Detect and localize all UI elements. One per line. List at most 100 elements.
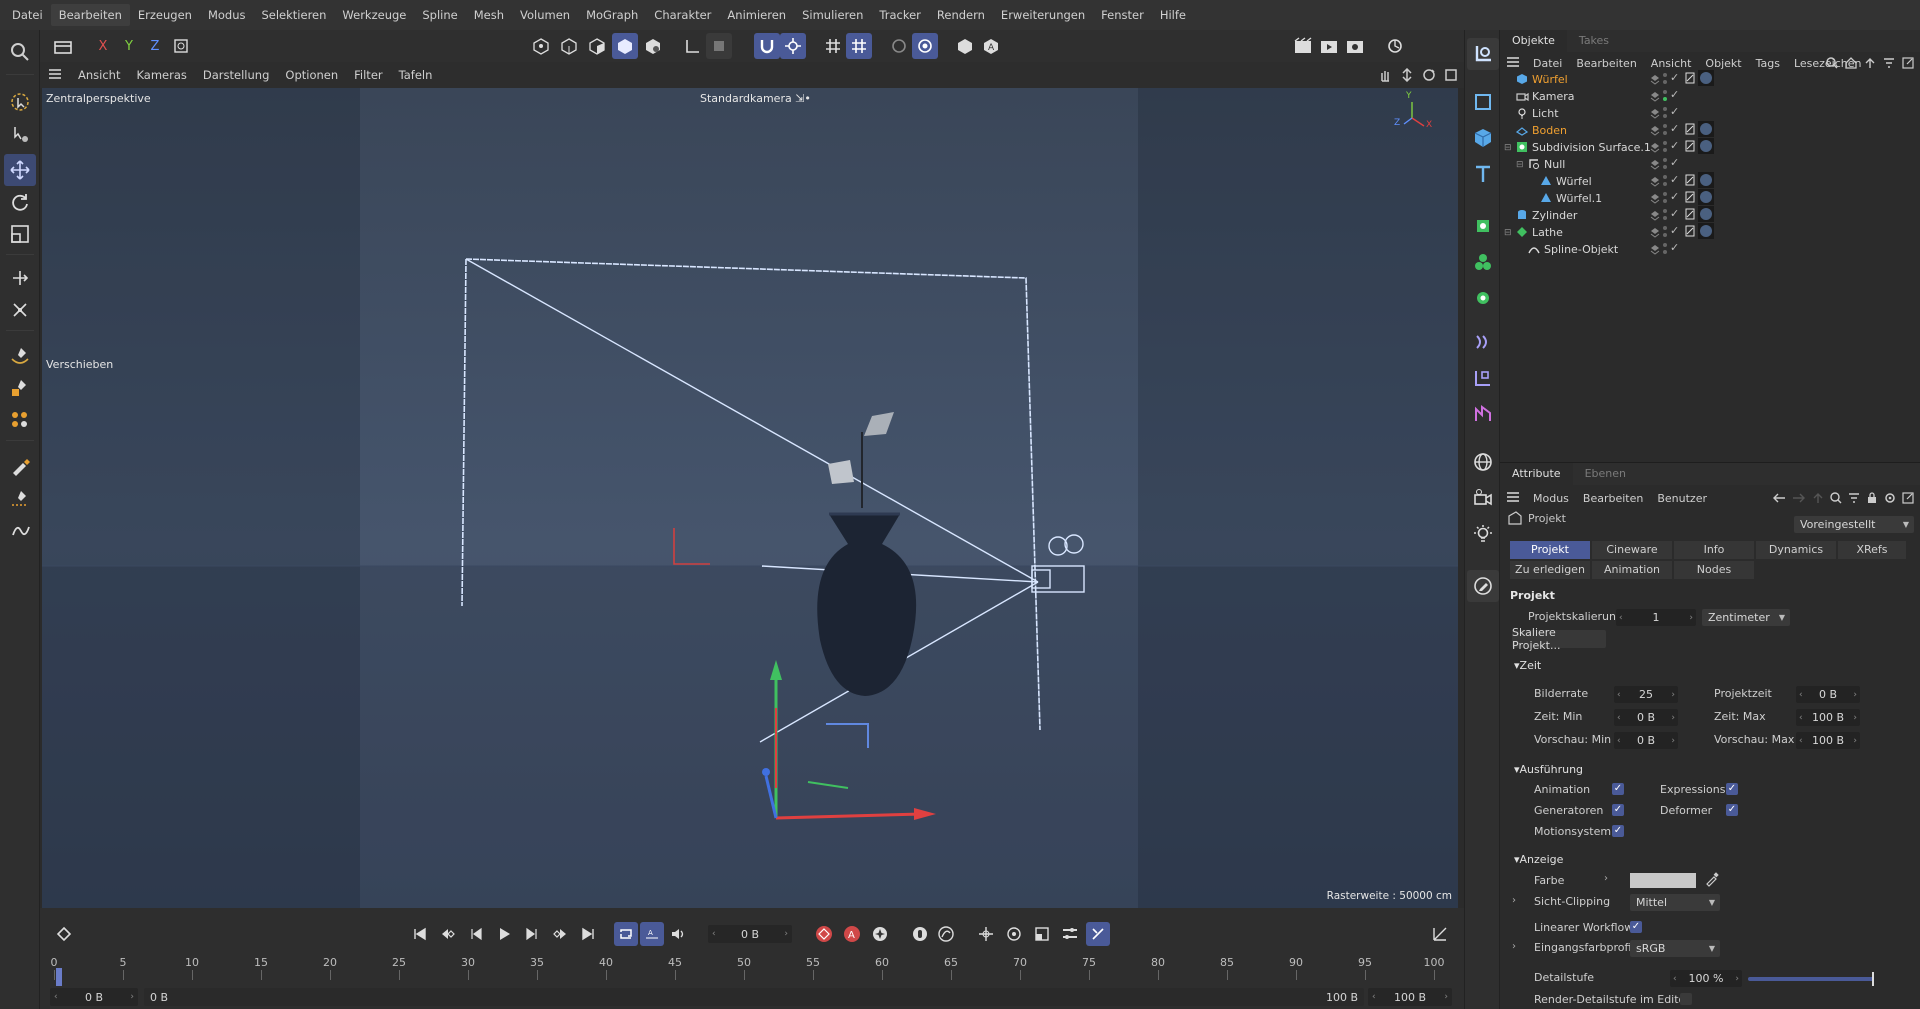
key-rotation-icon[interactable] xyxy=(1002,922,1026,946)
key-parameter-icon[interactable] xyxy=(1058,922,1082,946)
keyframe-diamond-icon[interactable] xyxy=(52,922,76,946)
attr-tab-nodes[interactable]: Nodes xyxy=(1674,561,1754,579)
autokey-icon[interactable]: A xyxy=(840,922,864,946)
live-selection-icon[interactable] xyxy=(4,86,36,118)
mograph-cloner-icon[interactable] xyxy=(1467,246,1499,278)
projektskalierung-field[interactable]: ‹ 1 › xyxy=(1616,609,1696,626)
material-icon[interactable] xyxy=(952,33,978,59)
attr-tab-cineware[interactable]: Cineware xyxy=(1592,541,1672,559)
move-tool-icon[interactable] xyxy=(4,154,36,186)
undo-view-icon[interactable] xyxy=(50,33,76,59)
tweak-icon[interactable] xyxy=(4,118,36,150)
timeline-graph-icon[interactable] xyxy=(1428,922,1452,946)
go-to-end-icon[interactable] xyxy=(576,922,600,946)
light-object-icon[interactable] xyxy=(1467,518,1499,550)
camera-object-icon[interactable] xyxy=(1467,482,1499,514)
enabled-check-icon[interactable]: ✓ xyxy=(1670,122,1679,135)
zeitmin-field[interactable]: ‹ 0 B › xyxy=(1614,709,1678,726)
magnet-snap-icon[interactable] xyxy=(754,33,780,59)
menu-mograph[interactable]: MoGraph xyxy=(578,4,646,26)
layer-icon[interactable] xyxy=(1650,243,1660,258)
eingangsfarbprofil-dropdown[interactable]: sRGB ▼ xyxy=(1630,940,1720,957)
visibility-dots-icon[interactable] xyxy=(1662,242,1668,259)
arrow-up-icon[interactable] xyxy=(1812,492,1824,504)
render-detailstufe-checkbox[interactable] xyxy=(1680,993,1692,1005)
animation-checkbox[interactable]: ✓ xyxy=(1612,783,1624,795)
eingangsfarbprofil-expand-icon[interactable]: › xyxy=(1512,941,1516,952)
pan-hand-icon[interactable] xyxy=(1378,68,1392,82)
menu-simulieren[interactable]: Simulieren xyxy=(794,4,871,26)
snap-settings-icon[interactable] xyxy=(780,33,806,59)
tab-objekte[interactable]: Objekte xyxy=(1500,30,1567,52)
enabled-check-icon[interactable]: ✓ xyxy=(1670,71,1679,84)
detailstufe-slider[interactable] xyxy=(1748,977,1874,981)
frame-decrement-icon[interactable]: ‹ xyxy=(712,929,716,939)
cube-primitive-icon[interactable] xyxy=(1467,122,1499,154)
tree-collapse-icon[interactable]: ⊟ xyxy=(1516,160,1524,170)
enabled-check-icon[interactable]: ✓ xyxy=(1670,173,1679,186)
farbe-swatch[interactable] xyxy=(1630,873,1696,888)
text-icon[interactable] xyxy=(1467,158,1499,190)
menu-bearbeiten[interactable]: Bearbeiten xyxy=(50,4,130,26)
expand-panel-icon[interactable] xyxy=(1902,492,1914,504)
generatoren-checkbox[interactable]: ✓ xyxy=(1612,804,1624,816)
frame-increment-icon[interactable]: › xyxy=(784,929,788,939)
asset-browser-icon[interactable]: A xyxy=(978,33,1004,59)
generator-icon[interactable] xyxy=(1467,210,1499,242)
vorschaumax-field[interactable]: ‹ 100 B › xyxy=(1796,732,1860,749)
expand-panel-icon[interactable] xyxy=(1902,57,1914,69)
transfer-icon[interactable] xyxy=(4,262,36,294)
tree-collapse-icon[interactable]: ⊟ xyxy=(1504,143,1512,153)
keyframe-selection-icon[interactable] xyxy=(868,922,892,946)
loop-icon[interactable] xyxy=(614,922,638,946)
brush-icon[interactable] xyxy=(4,450,36,482)
menu-spline[interactable]: Spline xyxy=(414,4,465,26)
go-to-start-icon[interactable] xyxy=(408,922,432,946)
bildrate-field[interactable]: ‹ 25 › xyxy=(1614,686,1678,703)
linearer-workflow-checkbox[interactable]: ✓ xyxy=(1630,921,1642,933)
effector-icon[interactable] xyxy=(1467,282,1499,314)
field-icon[interactable] xyxy=(1467,398,1499,430)
next-frame-icon[interactable] xyxy=(520,922,544,946)
axis-y-toggle[interactable]: Y xyxy=(116,33,142,59)
axis-z-toggle[interactable]: Z xyxy=(142,33,168,59)
attributes-menu-bearbeiten[interactable]: Bearbeiten xyxy=(1576,492,1650,505)
current-frame-field[interactable]: ‹ 0 B › xyxy=(708,925,792,943)
viewport-menu-filter[interactable]: Filter xyxy=(346,68,390,82)
points-mode-icon[interactable] xyxy=(528,33,554,59)
objects-menu-ansicht[interactable]: Ansicht xyxy=(1644,57,1699,70)
hamburger-icon[interactable] xyxy=(40,68,70,83)
key-position-icon[interactable] xyxy=(974,922,998,946)
texture-mode-icon[interactable] xyxy=(640,33,666,59)
objects-menu-datei[interactable]: Datei xyxy=(1526,57,1569,70)
tab-ebenen[interactable]: Ebenen xyxy=(1573,463,1638,485)
attr-tab-xrefs[interactable]: XRefs xyxy=(1838,541,1906,559)
enabled-check-icon[interactable]: ✓ xyxy=(1670,156,1679,169)
coordinate-system-icon[interactable] xyxy=(168,33,194,59)
section-ausfuehrung[interactable]: ▾Ausführung xyxy=(1514,763,1583,776)
menu-volumen[interactable]: Volumen xyxy=(512,4,578,26)
layout-switch-icon[interactable] xyxy=(1382,33,1408,59)
objects-menu-tags[interactable]: Tags xyxy=(1749,57,1787,70)
search-icon[interactable] xyxy=(4,36,36,68)
objects-menu-bearbeiten[interactable]: Bearbeiten xyxy=(1569,57,1643,70)
enabled-check-icon[interactable]: ✓ xyxy=(1670,139,1679,152)
settings-icon[interactable] xyxy=(1884,492,1896,504)
motionsystem-checkbox[interactable]: ✓ xyxy=(1612,825,1624,837)
forward-arrow-icon[interactable] xyxy=(1792,492,1806,504)
interpolation-icon[interactable] xyxy=(934,922,958,946)
tree-collapse-icon[interactable]: ⊟ xyxy=(1504,228,1512,238)
menu-fenster[interactable]: Fenster xyxy=(1093,4,1152,26)
volume-icon[interactable] xyxy=(1467,362,1499,394)
farbe-expand-icon[interactable]: › xyxy=(1604,873,1608,884)
section-anzeige[interactable]: ▾Anzeige xyxy=(1514,853,1563,866)
menu-animieren[interactable]: Animieren xyxy=(719,4,794,26)
deformer-icon[interactable] xyxy=(1467,326,1499,358)
arrow-up-icon[interactable] xyxy=(1864,57,1876,69)
menu-erweiterungen[interactable]: Erweiterungen xyxy=(993,4,1093,26)
detailstufe-field[interactable]: ‹ 100 % › xyxy=(1670,970,1742,987)
axis-x-toggle[interactable]: X xyxy=(90,33,116,59)
next-key-icon[interactable] xyxy=(548,922,572,946)
home-icon[interactable] xyxy=(1845,57,1857,69)
sicht-clipping-expand-icon[interactable]: › xyxy=(1512,895,1516,906)
